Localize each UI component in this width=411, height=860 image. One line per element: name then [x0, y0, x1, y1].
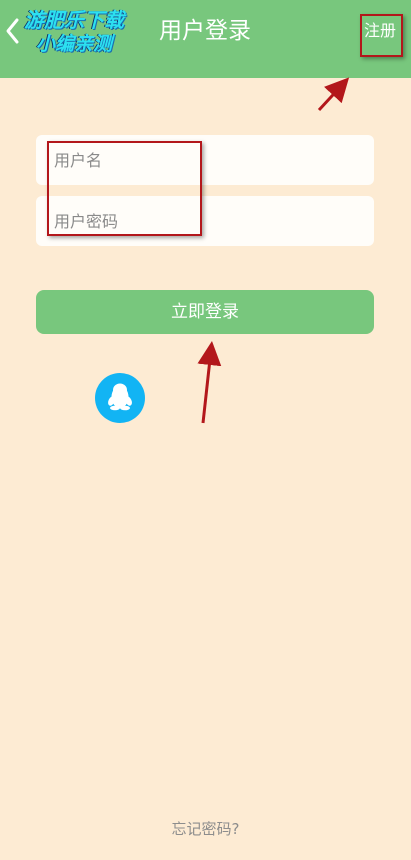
chevron-left-icon: [6, 18, 19, 44]
qq-login-button[interactable]: [95, 373, 145, 423]
arrow-to-register: [317, 77, 350, 112]
back-button[interactable]: [2, 14, 24, 48]
top-bar: 游肥乐下载 小编亲测 用户登录 注册: [0, 0, 411, 78]
annotation-arrows: [197, 77, 350, 424]
annotation-box-fields: [47, 141, 202, 236]
qq-penguin-icon: [108, 383, 132, 411]
login-button[interactable]: 立即登录: [36, 290, 374, 334]
forgot-password-link[interactable]: 忘记密码?: [0, 818, 411, 839]
arrow-to-login: [197, 341, 222, 424]
annotation-box-register: [360, 14, 403, 57]
page-title: 用户登录: [159, 18, 251, 44]
